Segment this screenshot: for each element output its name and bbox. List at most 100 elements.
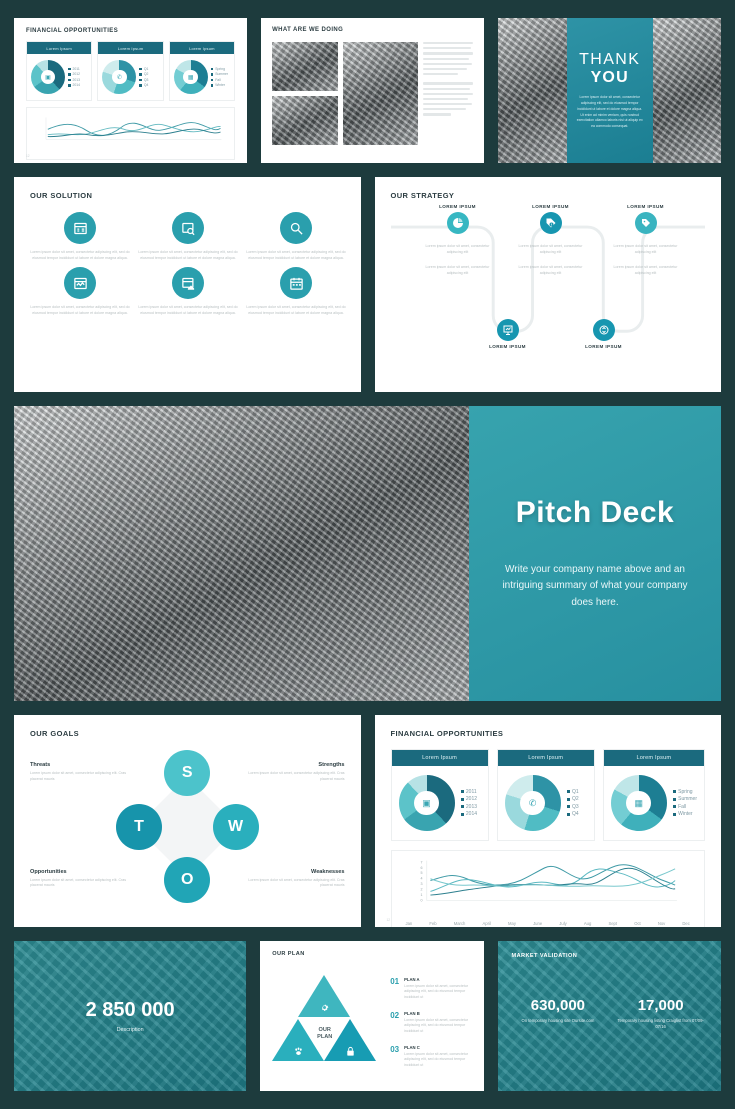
strategy-node[interactable]: LOREM IPSUM Lorem ipsum dolor sit amet, …	[506, 204, 596, 276]
slide-financial-opportunities-large[interactable]: FINANCIAL OPPORTUNITIES Lorem Ipsum ▣ 20…	[374, 715, 721, 927]
market-stat: 630,000 On temporary housing site Oursit…	[512, 997, 605, 1031]
solution-cell[interactable]: Lorem ipsum dolor sit amet, consectetur …	[246, 267, 346, 316]
swot-node-t[interactable]: T	[116, 803, 162, 850]
donut-legend: Spring Summer Fall Winter	[210, 67, 228, 87]
strategy-node-text: Lorem ipsum dolor sit amet, consectetur …	[613, 265, 678, 275]
tag-info-icon	[539, 212, 562, 234]
strategy-node-text: Lorem ipsum dolor sit amet, consectetur …	[613, 244, 678, 254]
donut-card-header: Lorem Ipsum	[497, 750, 594, 766]
swot-label-opportunities: Opportunities Lorem ipsum dolor sit amet…	[30, 869, 130, 889]
strategy-node[interactable]: LOREM IPSUM Lorem ipsum dolor sit amet, …	[601, 204, 691, 276]
donut-legend: Q1 Q2 Q3 Q4	[139, 67, 148, 87]
swot-node-w[interactable]: W	[212, 803, 259, 850]
swot-label-heading: Strengths	[318, 762, 345, 768]
slide-what-are-we-doing[interactable]: WHAT ARE WE DOING	[261, 18, 485, 163]
swot-node-o[interactable]: O	[164, 857, 211, 903]
solution-cell[interactable]: Lorem ipsum dolor sit amet, consectetur …	[138, 267, 238, 316]
presentation-icon	[496, 319, 519, 341]
deck-row-1: FINANCIAL OPPORTUNITIES Lorem Ipsum ▣ 20…	[14, 18, 721, 163]
deck-row-4: OUR GOALS S W O T Threats Lorem ipsum do…	[14, 715, 721, 927]
slide-thank-you[interactable]: THANK YOU Lorem ipsum dolor sit amet, co…	[498, 18, 721, 163]
page-title: OUR STRATEGY	[390, 191, 455, 200]
phone-icon: ✆	[116, 74, 122, 81]
swot-label-strengths: Strengths Lorem ipsum dolor sit amet, co…	[245, 762, 345, 782]
donut-card[interactable]: Lorem Ipsum ✆ Q1 Q2 Q3 Q4	[496, 749, 595, 841]
swot-label-text: Lorem ipsum dolor sit amet, consectetur …	[30, 877, 127, 888]
legend-item: Q4	[566, 811, 579, 817]
swot-label-text: Lorem ipsum dolor sit amet, consectetur …	[248, 771, 345, 781]
donut-chart: ✆	[102, 60, 137, 94]
legend-item: Fall	[210, 78, 228, 82]
hero-title: Pitch Deck	[515, 495, 675, 529]
slide-our-plan[interactable]: OUR PLAN OUR PLAN 01 PLAN A Lorem ipsum …	[260, 941, 484, 1091]
swot-label-heading: Opportunities	[30, 868, 67, 875]
thank-you-line1: THANK	[579, 50, 641, 68]
donut-card[interactable]: Lorem Ipsum ▣ 2011 2012 2013 2014	[390, 749, 489, 841]
plan-list: 01 PLAN A Lorem ipsum dolor sit amet, co…	[390, 951, 471, 1081]
legend-item: Q2	[566, 796, 579, 802]
slide-our-strategy[interactable]: OUR STRATEGY LOREM IPSUM Lorem ipsum dol…	[374, 177, 721, 392]
legend-item: Q1	[139, 67, 148, 71]
plan-list-item[interactable]: 03 PLAN C Lorem ipsum dolor sit amet, co…	[390, 1045, 471, 1068]
svg-text:1: 1	[420, 893, 422, 897]
svg-text:6: 6	[420, 866, 422, 870]
legend-item: Winter	[210, 83, 228, 87]
x-tick: June	[533, 921, 543, 926]
page-title: OUR PLAN	[272, 951, 305, 957]
swot-node-s[interactable]: S	[164, 750, 211, 796]
solution-cell[interactable]: Lorem ipsum dolor sit amet, consectetur …	[138, 212, 238, 261]
plan-triangles: OUR PLAN	[272, 975, 377, 1061]
svg-text:5: 5	[420, 871, 422, 875]
gear-icon	[314, 997, 334, 1017]
legend-item: Spring	[210, 67, 228, 71]
donut-card[interactable]: Lorem Ipsum ✆ Q1 Q2 Q3 Q4	[97, 41, 164, 101]
legend-item: 2011	[68, 67, 80, 71]
slide-financial-opportunities-small[interactable]: FINANCIAL OPPORTUNITIES Lorem Ipsum ▣ 20…	[14, 18, 248, 163]
plan-center-line2: PLAN	[317, 1033, 333, 1040]
line-chart-container: 765 432 10 Jan Feb March April May June …	[390, 850, 705, 927]
donut-card-row: Lorem Ipsum ▣ 2011 2012 2013 2014 Lorem …	[26, 41, 236, 101]
thank-you-band: THANK YOU Lorem ipsum dolor sit amet, co…	[566, 18, 653, 163]
page-title: FINANCIAL OPPORTUNITIES	[390, 729, 504, 738]
slide-our-solution[interactable]: OUR SOLUTION Lorem ipsum dolor sit amet,…	[14, 177, 361, 392]
slide-stat-number[interactable]: 2 850 000 Description	[14, 941, 247, 1091]
photo-team-overhead-large	[14, 406, 469, 701]
solution-cell[interactable]: Lorem ipsum dolor sit amet, consectetur …	[246, 212, 346, 261]
x-tick: Nov	[657, 921, 666, 926]
strategy-node[interactable]: LOREM IPSUM	[463, 319, 553, 349]
swot-label-text: Lorem ipsum dolor sit amet, consectetur …	[248, 877, 345, 888]
svg-text:7: 7	[420, 860, 422, 864]
market-stat-caption: On temporary housing site Oursite.com	[521, 1018, 595, 1023]
swot-letter: W	[227, 817, 244, 835]
strategy-node[interactable]: LOREM IPSUM Lorem ipsum dolor sit amet, …	[413, 204, 503, 276]
plan-item-label: PLAN C	[404, 1045, 420, 1051]
photo-coffee-desk	[498, 18, 567, 163]
plan-list-item[interactable]: 02 PLAN B Lorem ipsum dolor sit amet, co…	[390, 1011, 471, 1034]
strategy-node[interactable]: LOREM IPSUM	[559, 319, 649, 349]
plan-item-label: PLAN B	[404, 1011, 420, 1017]
legend-item: 2013	[460, 804, 477, 810]
donut-card-header: Lorem Ipsum	[98, 42, 163, 54]
page-number: 12	[386, 918, 391, 922]
page-number: 12	[26, 154, 30, 158]
x-tick: Aug	[583, 921, 592, 926]
donut-card[interactable]: Lorem Ipsum ▦ Spring Summer Fall Winter	[168, 41, 236, 101]
solution-cell[interactable]: Lorem ipsum dolor sit amet, consectetur …	[30, 212, 130, 261]
donut-card-header: Lorem Ipsum	[27, 42, 92, 54]
slide-pitch-deck-cover[interactable]: Pitch Deck Write your company name above…	[14, 406, 721, 701]
line-chart-container	[26, 107, 236, 160]
pie-chart-icon	[446, 212, 469, 234]
donut-card[interactable]: Lorem Ipsum ▣ 2011 2012 2013 2014	[26, 41, 93, 101]
swot-letter: S	[181, 764, 193, 781]
slide-market-validation[interactable]: MARKET VALIDATION 630,000 On temporary h…	[497, 941, 721, 1091]
legend-item: Q2	[139, 72, 148, 76]
x-tick: March	[453, 921, 466, 926]
stat-caption: Description	[116, 1027, 144, 1033]
solution-text: Lorem ipsum dolor sit amet, consectetur …	[138, 250, 238, 260]
text-column	[423, 42, 474, 145]
solution-cell[interactable]: Lorem ipsum dolor sit amet, consectetur …	[30, 267, 130, 316]
plan-list-item[interactable]: 01 PLAN A Lorem ipsum dolor sit amet, co…	[390, 977, 471, 1000]
legend-item: Spring	[672, 789, 697, 795]
donut-card[interactable]: Lorem Ipsum ▦ Spring Summer Fall Winter	[602, 749, 706, 841]
slide-our-goals[interactable]: OUR GOALS S W O T Threats Lorem ipsum do…	[14, 715, 361, 927]
